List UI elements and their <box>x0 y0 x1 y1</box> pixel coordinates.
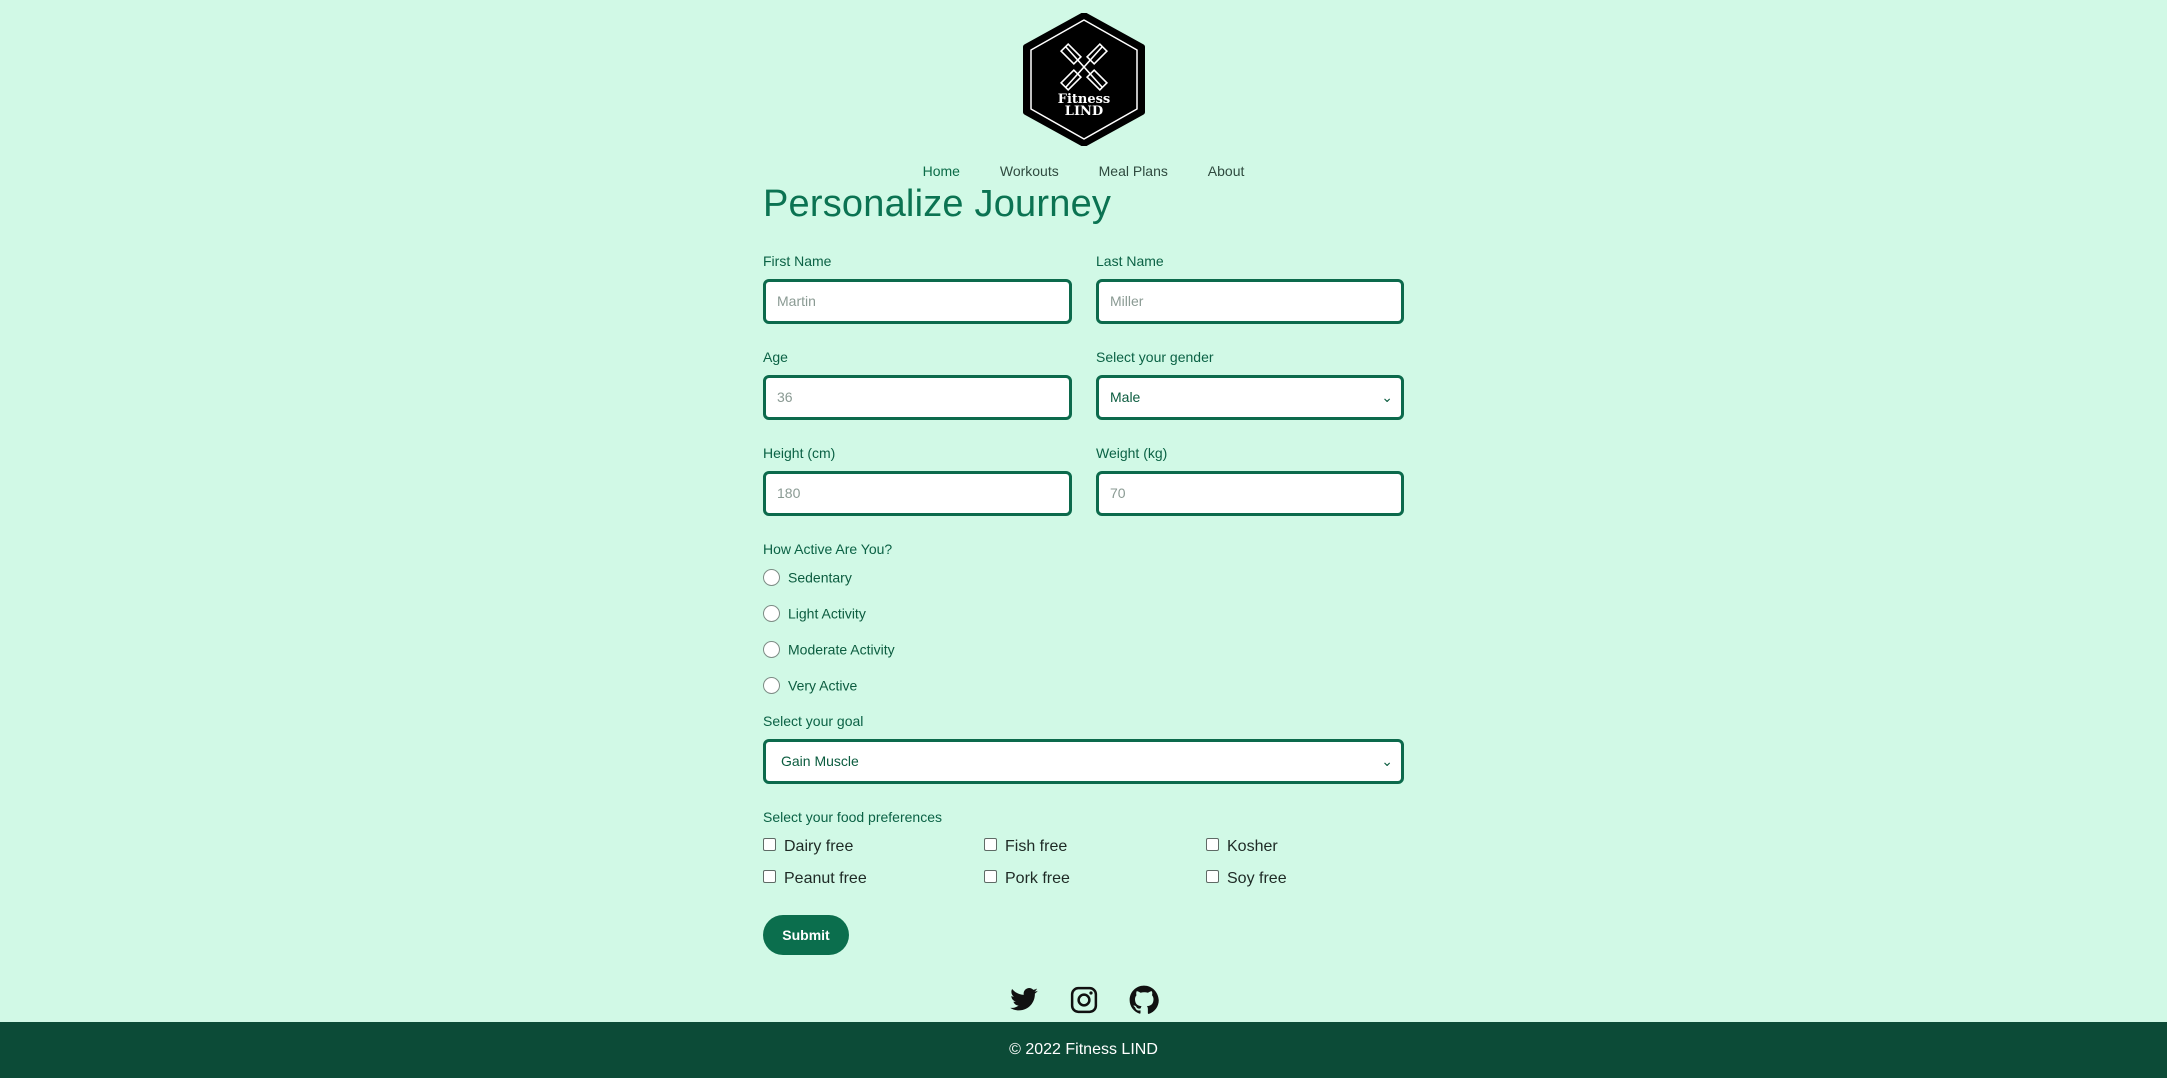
checkbox-box[interactable] <box>984 838 997 852</box>
github-icon[interactable] <box>1129 985 1159 1015</box>
checkbox-soy-free[interactable]: Soy free <box>1206 870 1287 888</box>
radio-very-active[interactable]: Very Active <box>763 676 857 696</box>
checkbox-box[interactable] <box>1206 838 1219 852</box>
page-title: Personalize Journey <box>763 183 1112 225</box>
nav-home[interactable]: Home <box>923 163 960 179</box>
radio-circle[interactable] <box>763 568 780 586</box>
nav-meal-plans[interactable]: Meal Plans <box>1099 163 1168 179</box>
first-name-label: First Name <box>763 253 832 269</box>
radio-label: Moderate Activity <box>788 641 895 658</box>
logo-badge: Fitness LIND <box>1023 12 1145 147</box>
first-name-placeholder: Martin <box>777 293 816 309</box>
logo-text-line2: LIND <box>1065 104 1103 119</box>
goal-value: Gain Muscle <box>781 753 859 769</box>
logo: Fitness LIND <box>1022 12 1146 147</box>
food-preferences-label: Select your food preferences <box>763 809 942 825</box>
goal-label: Select your goal <box>763 713 864 729</box>
instagram-icon[interactable] <box>1069 985 1099 1015</box>
last-name-placeholder: Miller <box>1110 293 1144 309</box>
checkbox-label: Peanut free <box>784 870 867 887</box>
chevron-down-icon: ⌄ <box>1381 389 1393 405</box>
checkbox-label: Dairy free <box>784 838 854 855</box>
checkbox-pork-free[interactable]: Pork free <box>984 870 1070 888</box>
chevron-down-icon: ⌄ <box>1381 753 1393 769</box>
footer-copyright: © 2022 Fitness LIND <box>1009 1041 1158 1058</box>
twitter-icon[interactable] <box>1009 985 1039 1015</box>
radio-label: Sedentary <box>788 569 852 586</box>
checkbox-fish-free[interactable]: Fish free <box>984 838 1067 856</box>
age-label: Age <box>763 349 788 365</box>
checkbox-kosher[interactable]: Kosher <box>1206 838 1278 856</box>
checkbox-box[interactable] <box>763 870 776 884</box>
footer: © 2022 Fitness LIND <box>0 1022 2167 1078</box>
age-input[interactable]: 36 <box>763 375 1072 420</box>
radio-moderate-activity[interactable]: Moderate Activity <box>763 640 895 660</box>
checkbox-box[interactable] <box>1206 870 1219 884</box>
radio-light-activity[interactable]: Light Activity <box>763 604 866 624</box>
nav-workouts[interactable]: Workouts <box>1000 163 1059 179</box>
radio-sedentary[interactable]: Sedentary <box>763 568 852 588</box>
activity-label: How Active Are You? <box>763 541 893 557</box>
height-input[interactable]: 180 <box>763 471 1072 516</box>
weight-label: Weight (kg) <box>1096 445 1168 461</box>
checkbox-label: Kosher <box>1227 838 1278 855</box>
submit-button[interactable]: Submit <box>763 915 849 955</box>
height-label: Height (cm) <box>763 445 836 461</box>
first-name-input[interactable]: Martin <box>763 279 1072 324</box>
radio-circle[interactable] <box>763 604 780 622</box>
weight-input[interactable]: 70 <box>1096 471 1404 516</box>
last-name-label: Last Name <box>1096 253 1164 269</box>
nav-about[interactable]: About <box>1208 163 1245 179</box>
weight-placeholder: 70 <box>1110 485 1126 501</box>
checkbox-label: Fish free <box>1005 838 1068 855</box>
gender-value: Male <box>1110 389 1141 405</box>
gender-label: Select your gender <box>1096 349 1214 365</box>
height-placeholder: 180 <box>777 485 801 501</box>
last-name-input[interactable]: Miller <box>1096 279 1404 324</box>
radio-label: Light Activity <box>788 605 866 622</box>
radio-circle[interactable] <box>763 676 780 694</box>
age-placeholder: 36 <box>777 389 793 405</box>
checkbox-box[interactable] <box>984 870 997 884</box>
gender-select[interactable]: Male ⌄ <box>1096 375 1404 420</box>
checkbox-dairy-free[interactable]: Dairy free <box>763 838 853 856</box>
checkbox-box[interactable] <box>763 838 776 852</box>
checkbox-label: Soy free <box>1227 870 1287 887</box>
radio-label: Very Active <box>788 677 858 694</box>
checkbox-label: Pork free <box>1005 870 1070 887</box>
radio-circle[interactable] <box>763 640 780 658</box>
main-nav: Home Workouts Meal Plans About <box>0 163 2167 179</box>
checkbox-peanut-free[interactable]: Peanut free <box>763 870 867 888</box>
goal-select[interactable]: Gain Muscle ⌄ <box>763 739 1404 784</box>
